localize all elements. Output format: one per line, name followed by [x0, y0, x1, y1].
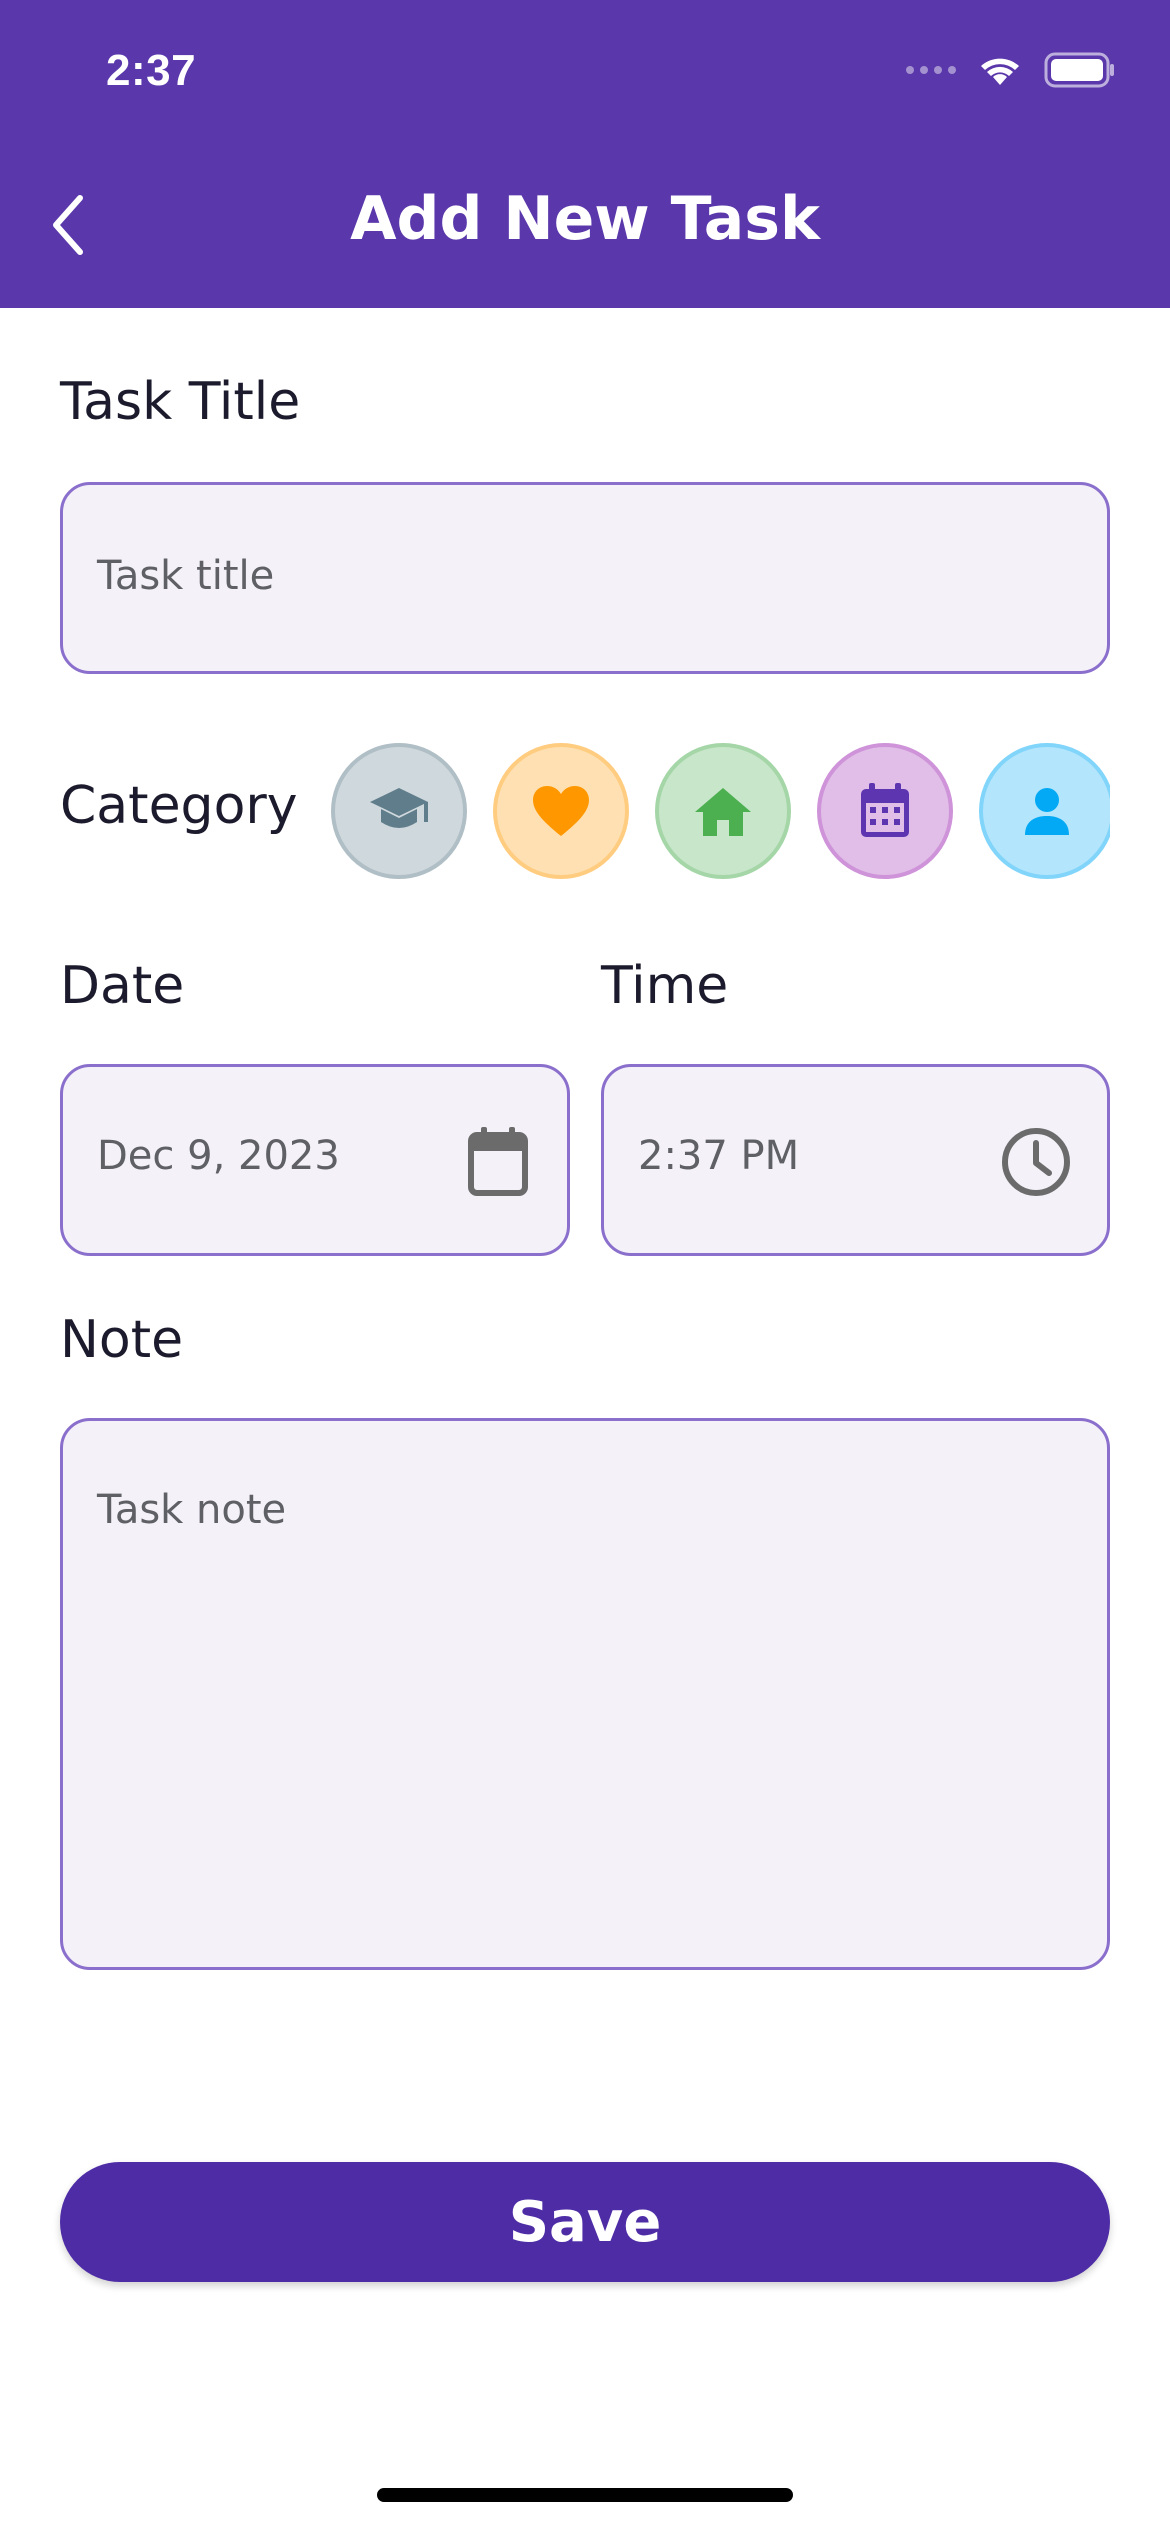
- save-button[interactable]: Save: [60, 2162, 1110, 2282]
- category-label: Category: [60, 776, 298, 836]
- task-title-placeholder: Task title: [97, 553, 275, 599]
- status-time: 2:37: [106, 46, 197, 95]
- category-home[interactable]: [655, 743, 791, 879]
- calendar-icon[interactable]: [465, 1125, 531, 1199]
- battery-icon: [1044, 52, 1114, 88]
- category-personal[interactable]: [979, 743, 1110, 879]
- category-education[interactable]: [331, 743, 467, 879]
- category-scroll-clip: [975, 735, 1110, 885]
- page-title: Add New Task: [350, 184, 820, 254]
- status-icons: [906, 52, 1116, 88]
- note-label: Note: [60, 1310, 184, 1370]
- task-title-input[interactable]: Task title: [60, 482, 1110, 674]
- home-indicator: [377, 2488, 793, 2502]
- person-icon: [1025, 788, 1069, 835]
- signal-icon: [906, 66, 956, 74]
- time-field[interactable]: 2:37 PM: [601, 1064, 1110, 1256]
- home-icon: [695, 788, 751, 836]
- task-title-label: Task Title: [60, 372, 301, 432]
- app-header: 2:37 Add New Task: [0, 0, 1170, 308]
- category-health[interactable]: [493, 743, 629, 879]
- graduation-cap-icon: [370, 788, 428, 828]
- task-note-input[interactable]: Task note: [60, 1418, 1110, 1970]
- task-note-placeholder: Task note: [97, 1487, 287, 1533]
- calendar-icon: [861, 783, 909, 837]
- date-value: Dec 9, 2023: [97, 1133, 340, 1179]
- time-label: Time: [601, 956, 729, 1016]
- category-event[interactable]: [817, 743, 953, 879]
- date-field[interactable]: Dec 9, 2023: [60, 1064, 570, 1256]
- date-label: Date: [60, 956, 185, 1016]
- wifi-icon: [981, 58, 1019, 85]
- time-value: 2:37 PM: [638, 1133, 800, 1179]
- heart-icon: [533, 786, 589, 836]
- clock-icon[interactable]: [999, 1125, 1073, 1199]
